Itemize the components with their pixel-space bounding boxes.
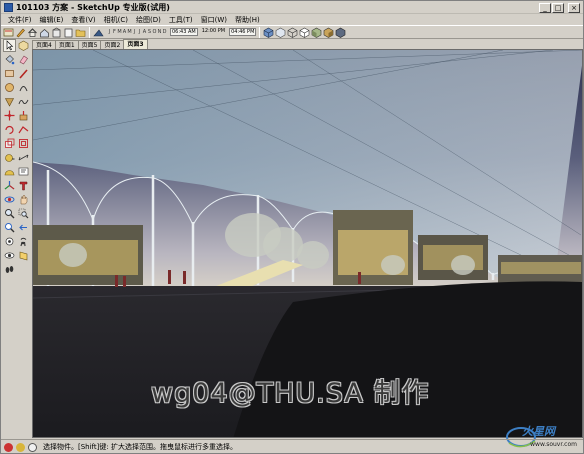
- previous-view-icon[interactable]: [17, 221, 30, 234]
- iso-view-icon[interactable]: [263, 27, 274, 38]
- scene-tab[interactable]: 页面4: [32, 40, 56, 49]
- credits-icon[interactable]: [16, 442, 25, 452]
- pan-hand-icon[interactable]: [17, 193, 30, 206]
- shadows-icon[interactable]: [93, 27, 104, 38]
- month-label: D: [162, 29, 167, 35]
- minimize-button[interactable]: _: [539, 3, 551, 13]
- pencil-draw-icon[interactable]: [15, 27, 26, 38]
- menu-draw[interactable]: 绘图(D): [132, 15, 165, 25]
- scene-tab-active[interactable]: 页面3: [123, 39, 148, 49]
- polygon-icon[interactable]: [3, 95, 16, 108]
- site-logo-text: 火星网: [522, 425, 555, 438]
- look-around-icon[interactable]: [3, 249, 16, 262]
- title-bar: 101103 方案 - SketchUp 专业版(试用) _ □ ×: [1, 1, 583, 14]
- scene-tab[interactable]: 页面1: [54, 40, 79, 49]
- front-view-icon[interactable]: [39, 27, 50, 38]
- eraser-icon[interactable]: [17, 53, 30, 66]
- window-title: 101103 方案 - SketchUp 专业版(试用): [16, 3, 170, 12]
- time-end-field[interactable]: 04:46 PM: [229, 28, 257, 36]
- circle-icon[interactable]: [3, 81, 16, 94]
- select-arrow-icon[interactable]: [3, 39, 16, 52]
- home-icon[interactable]: [27, 27, 38, 38]
- section-plane-icon[interactable]: [17, 249, 30, 262]
- text-tool-icon[interactable]: [17, 165, 30, 178]
- right-view-icon[interactable]: [51, 27, 62, 38]
- make-component-icon[interactable]: [17, 39, 30, 52]
- axes-icon[interactable]: [3, 179, 16, 192]
- follow-me-icon[interactable]: [17, 123, 30, 136]
- menu-camera[interactable]: 相机(C): [100, 15, 132, 25]
- arc-icon[interactable]: [17, 81, 30, 94]
- monochrome-view-icon[interactable]: [335, 27, 346, 38]
- menu-window[interactable]: 窗口(W): [197, 15, 231, 25]
- scale-icon[interactable]: [3, 137, 16, 150]
- zoom-icon[interactable]: [3, 207, 16, 220]
- time-start-field[interactable]: 06:43 AM: [170, 28, 198, 36]
- maximize-button[interactable]: □: [552, 3, 564, 13]
- line-pencil-icon[interactable]: [17, 67, 30, 80]
- back-view-icon[interactable]: [63, 27, 74, 38]
- getting-started-icon[interactable]: [3, 27, 14, 38]
- freehand-icon[interactable]: [17, 95, 30, 108]
- help-icon[interactable]: [28, 442, 37, 452]
- geo-location-icon[interactable]: [4, 442, 13, 452]
- orbit-icon[interactable]: [3, 193, 16, 206]
- large-tool-set: [2, 39, 30, 439]
- menu-file[interactable]: 文件(F): [4, 15, 36, 25]
- rectangle-icon[interactable]: [3, 67, 16, 80]
- position-camera-icon[interactable]: [3, 235, 16, 248]
- tape-measure-icon[interactable]: [3, 151, 16, 164]
- menu-edit[interactable]: 编辑(E): [36, 15, 68, 25]
- zoom-window-icon[interactable]: [17, 207, 30, 220]
- folder-icon[interactable]: [75, 27, 86, 38]
- zoom-extents-icon[interactable]: [3, 221, 16, 234]
- rotate-icon[interactable]: [3, 123, 16, 136]
- menu-tools[interactable]: 工具(T): [165, 15, 197, 25]
- wireframe-view-icon[interactable]: [287, 27, 298, 38]
- hidden-line-icon[interactable]: [299, 27, 310, 38]
- toolbar-separator: [89, 26, 90, 38]
- shaded-view-icon[interactable]: [311, 27, 322, 38]
- window-controls: _ □ ×: [539, 3, 580, 13]
- menu-help[interactable]: 帮助(H): [231, 15, 264, 25]
- move-icon[interactable]: [3, 109, 16, 122]
- footprints-icon[interactable]: [3, 263, 16, 276]
- xray-view-icon[interactable]: [275, 27, 286, 38]
- status-message: 选择物件。[Shift]键: 扩大选择范围。拖曳鼠标进行多重选择。: [43, 443, 237, 451]
- menu-bar: 文件(F) 编辑(E) 查看(V) 相机(C) 绘图(D) 工具(T) 窗口(W…: [1, 14, 583, 25]
- 3d-text-icon[interactable]: [17, 179, 30, 192]
- main-toolbar: J F M A M J J A S O N D 06:43 AM 12:00 P…: [1, 25, 583, 39]
- close-button[interactable]: ×: [568, 3, 580, 13]
- offset-icon[interactable]: [17, 137, 30, 150]
- status-bar: 选择物件。[Shift]键: 扩大选择范围。拖曳鼠标进行多重选择。: [1, 439, 583, 454]
- toolbar-separator: [259, 26, 261, 38]
- menu-view[interactable]: 查看(V): [67, 15, 99, 25]
- paint-bucket-icon[interactable]: [3, 53, 16, 66]
- scene-tab[interactable]: 页面5: [77, 40, 102, 49]
- scene-tabs: 页面4 页面1 页面5 页面2 页面3: [32, 39, 148, 49]
- sketchup-app-icon[interactable]: [4, 3, 13, 12]
- month-slider[interactable]: J F M A M J J A S O N D: [107, 29, 167, 35]
- scene-tab[interactable]: 页面2: [100, 40, 125, 49]
- sketchup-window: 101103 方案 - SketchUp 专业版(试用) _ □ × 文件(F)…: [0, 0, 584, 454]
- push-pull-icon[interactable]: [17, 109, 30, 122]
- author-watermark: wg04@THU.SA 制作: [151, 378, 430, 409]
- walk-icon[interactable]: [17, 235, 30, 248]
- textured-view-icon[interactable]: [323, 27, 334, 38]
- time-mid-label: 12:00 PM: [201, 28, 226, 34]
- protractor-icon[interactable]: [3, 165, 16, 178]
- dimension-icon[interactable]: [17, 151, 30, 164]
